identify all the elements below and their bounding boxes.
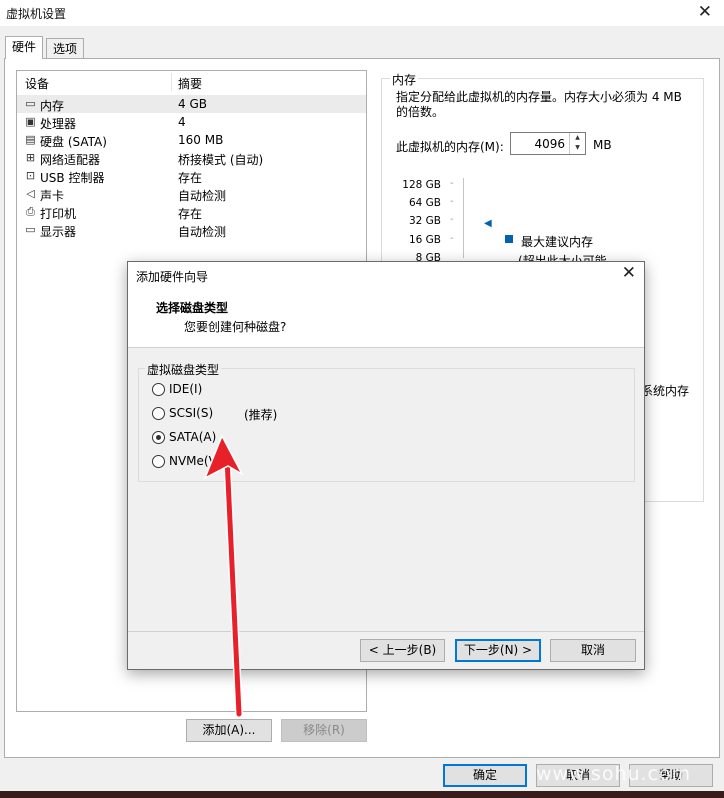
memory-slider-track[interactable] (463, 178, 464, 258)
radio-ide-label[interactable]: IDE(I) (169, 382, 202, 396)
scale-label: 64 GB (408, 197, 441, 209)
device-summary: 存在 (178, 171, 203, 185)
printer-icon: ⎙ (26, 205, 35, 218)
bottom-background-strip (0, 791, 724, 798)
dialog-subheading: 您要创建何种磁盘? (184, 320, 287, 334)
memory-value: 4096 (534, 137, 565, 151)
memory-group-label: 内存 (390, 71, 419, 88)
device-list-header: 设备 摘要 (17, 71, 366, 93)
device-row-printer[interactable]: ⎙ 打印机 存在 (17, 203, 366, 221)
dialog-heading: 选择磁盘类型 (156, 301, 229, 315)
radio-ide-indicator[interactable] (152, 383, 165, 396)
radio-scsi-label[interactable]: SCSI(S) (169, 406, 213, 420)
scale-label: 128 GB (402, 179, 441, 191)
scale-tick: - (450, 196, 454, 207)
device-row-usb[interactable]: ⊡ USB 控制器 存在 (17, 167, 366, 185)
next-button[interactable]: 下一步(N) > (455, 639, 541, 662)
radio-nvme-label[interactable]: NVMe(V) (169, 454, 222, 468)
dialog-header: 选择磁盘类型 您要创建何种磁盘? (128, 288, 644, 348)
dialog-close-icon[interactable]: ✕ (622, 263, 636, 283)
device-row-sound[interactable]: ◁ 声卡 自动检测 (17, 185, 366, 203)
device-summary: 4 (178, 115, 186, 129)
device-name: 声卡 (40, 189, 65, 203)
legend-square-icon (505, 235, 513, 243)
device-summary: 存在 (178, 207, 203, 221)
scale-label: 16 GB (408, 234, 441, 246)
scale-tick: - (450, 233, 454, 244)
add-hardware-button[interactable]: 添加(A)... (186, 719, 272, 742)
spin-up-icon[interactable]: ▲ (570, 133, 585, 143)
disk-type-group-label: 虚拟磁盘类型 (145, 361, 222, 378)
scale-label: 32 GB (408, 215, 441, 227)
device-name: 网络适配器 (40, 153, 101, 167)
memory-field-label: 此虚拟机的内存(M): (396, 140, 504, 154)
remove-hardware-button[interactable]: 移除(R) (281, 719, 367, 742)
back-button[interactable]: < 上一步(B) (360, 639, 445, 662)
device-name: 处理器 (40, 117, 77, 131)
hard-disk-icon: ▤ (25, 133, 36, 146)
tab-options[interactable]: 选项 (46, 38, 85, 58)
window-titlebar: 虚拟机设置 ✕ (0, 0, 724, 26)
window-title: 虚拟机设置 (6, 7, 67, 21)
usb-icon: ⊡ (25, 169, 36, 182)
watermark: www.sohu.com (536, 763, 692, 785)
ok-button[interactable]: 确定 (443, 764, 527, 787)
device-row-hard-disk[interactable]: ▤ 硬盘 (SATA) 160 MB (17, 131, 366, 149)
device-summary: 自动检测 (178, 189, 227, 203)
radio-sata-indicator[interactable] (152, 431, 165, 444)
dialog-separator (128, 631, 644, 632)
dialog-cancel-button[interactable]: 取消 (550, 639, 636, 662)
device-name: 打印机 (40, 207, 77, 221)
display-icon: ▭ (25, 223, 36, 236)
device-summary: 4 GB (178, 97, 207, 111)
device-row-cpu[interactable]: ▣ 处理器 4 (17, 113, 366, 131)
radio-nvme-indicator[interactable] (152, 455, 165, 468)
column-device[interactable]: 设备 (25, 75, 49, 92)
device-name: 显示器 (40, 225, 77, 239)
memory-icon: ▭ (25, 97, 36, 110)
memory-unit: MB (593, 138, 612, 152)
legend-max-memory: 最大建议内存 (521, 235, 594, 249)
tab-hardware-label: 硬件 (12, 40, 37, 54)
system-memory-text: 系统内存 (641, 384, 690, 398)
max-memory-arrow-icon: ◀ (484, 218, 492, 229)
device-row-network[interactable]: ⊞ 网络适配器 桥接模式 (自动) (17, 149, 366, 167)
window-close-icon[interactable]: ✕ (698, 2, 712, 22)
memory-spinner[interactable]: ▲ ▼ (569, 133, 585, 154)
sound-card-icon: ◁ (26, 187, 35, 200)
device-summary: 桥接模式 (自动) (178, 153, 264, 167)
memory-description: 指定分配给此虚拟机的内存量。内存大小必须为 4 MB 的倍数。 (396, 90, 682, 119)
recommended-label: (推荐) (244, 408, 278, 422)
tab-hardware[interactable]: 硬件 (5, 36, 44, 59)
column-summary[interactable]: 摘要 (178, 75, 202, 92)
device-summary: 自动检测 (178, 225, 227, 239)
tab-options-label: 选项 (53, 42, 78, 56)
add-hardware-wizard-dialog: 添加硬件向导 ✕ 选择磁盘类型 您要创建何种磁盘? 虚拟磁盘类型 IDE(I) … (127, 261, 645, 670)
device-name: 内存 (40, 99, 65, 113)
device-row-memory[interactable]: ▭ 内存 4 GB (17, 95, 366, 113)
network-adapter-icon: ⊞ (25, 151, 36, 164)
scale-tick: - (450, 178, 454, 189)
device-name: 硬盘 (SATA) (40, 135, 107, 149)
cpu-icon: ▣ (25, 115, 36, 128)
device-summary: 160 MB (178, 133, 224, 147)
device-row-display[interactable]: ▭ 显示器 自动检测 (17, 221, 366, 239)
scale-tick: - (450, 214, 454, 225)
dialog-titlebar: 添加硬件向导 ✕ (128, 262, 644, 288)
radio-sata-label[interactable]: SATA(A) (169, 430, 216, 444)
memory-input[interactable]: 4096 ▲ ▼ (510, 132, 586, 155)
dialog-title: 添加硬件向导 (136, 270, 209, 284)
device-name: USB 控制器 (40, 171, 105, 185)
radio-scsi-indicator[interactable] (152, 407, 165, 420)
spin-down-icon[interactable]: ▼ (570, 143, 585, 153)
